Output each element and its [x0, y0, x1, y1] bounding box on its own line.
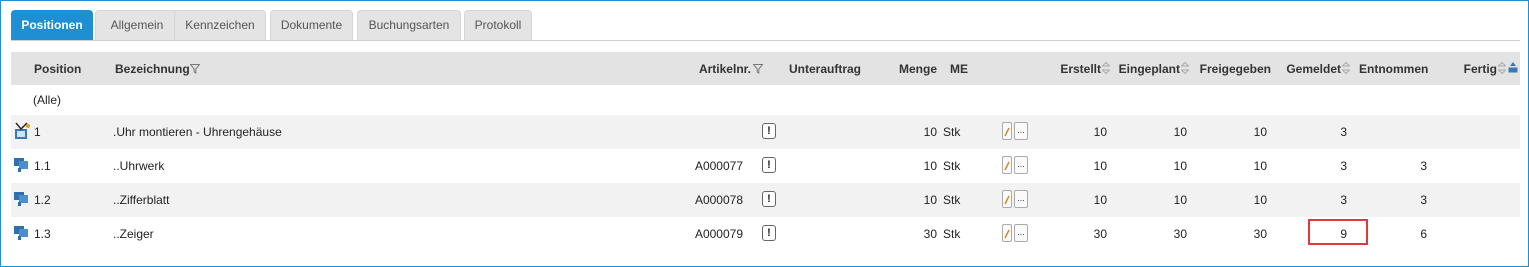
cell-artikelnr: A000079 — [694, 227, 743, 241]
edit-icon[interactable] — [1002, 156, 1012, 174]
table-row[interactable]: 1 .Uhr montieren - Uhrengehäuse ! 10 Stk… — [11, 115, 1520, 149]
more-button[interactable]: ... — [1014, 156, 1028, 174]
info-button[interactable]: ! — [762, 225, 776, 241]
col-menge-header[interactable]: Menge — [881, 62, 937, 76]
table-row[interactable]: 1.3 ..Zeiger A000079 ! 30 Stk ... 30 30 … — [11, 217, 1520, 251]
table-row[interactable]: 1.2 ..Zifferblatt A000078 ! 10 Stk ... 1… — [11, 183, 1520, 217]
cell-artikelnr: A000078 — [694, 193, 743, 207]
order-positions-panel: Positionen Allgemein Kennzeichen Dokumen… — [0, 0, 1529, 267]
col-artikelnr-header[interactable]: Artikelnr. — [671, 62, 751, 76]
cell-bezeichnung: ..Zifferblatt — [113, 193, 170, 207]
material-icon — [14, 158, 28, 172]
cell-bezeichnung: ..Uhrwerk — [113, 159, 165, 173]
cell-freigegeben: 10 — [1253, 159, 1267, 173]
col-unterauftrag-header[interactable]: Unterauftrag — [789, 62, 861, 76]
cell-freigegeben: 30 — [1253, 227, 1267, 241]
cell-eingeplant: 10 — [1173, 125, 1187, 139]
cell-entnommen: 6 — [1420, 227, 1427, 241]
edit-icon[interactable] — [1002, 122, 1012, 140]
cell-bezeichnung: .Uhr montieren - Uhrengehäuse — [113, 125, 282, 139]
filter-row: (Alle) — [11, 85, 1520, 115]
cell-gemeldet: 3 — [1340, 159, 1347, 173]
col-fertig-header[interactable]: Fertig — [1431, 62, 1497, 76]
assembly-icon — [15, 122, 30, 139]
tab-dokumente[interactable]: Dokumente — [270, 10, 353, 40]
info-button[interactable]: ! — [762, 123, 776, 139]
info-button[interactable]: ! — [762, 191, 776, 207]
filter-icon[interactable] — [190, 64, 200, 74]
more-button[interactable]: ... — [1014, 224, 1028, 242]
cell-me: Stk — [943, 227, 961, 241]
material-icon — [14, 226, 28, 240]
col-position-header[interactable]: Position — [34, 62, 81, 76]
cell-entnommen: 3 — [1420, 193, 1427, 207]
cell-me: Stk — [943, 159, 961, 173]
cell-position: 1.2 — [34, 193, 51, 207]
col-freigegeben-header[interactable]: Freigegeben — [1181, 62, 1271, 76]
filter-all-label[interactable]: (Alle) — [33, 93, 61, 107]
col-erstellt-header[interactable]: Erstellt — [1041, 62, 1101, 76]
cell-erstellt: 10 — [1093, 193, 1107, 207]
filter-icon[interactable] — [753, 64, 763, 74]
tab-underline — [11, 40, 1520, 41]
cell-artikelnr: A000077 — [694, 159, 743, 173]
info-button[interactable]: ! — [762, 157, 776, 173]
cell-eingeplant: 10 — [1173, 193, 1187, 207]
material-icon — [14, 192, 28, 206]
col-gemeldet-header[interactable]: Gemeldet — [1271, 62, 1341, 76]
grid-header: Position Bezeichnung Artikelnr. Unterauf… — [11, 52, 1520, 85]
cell-erstellt: 10 — [1093, 125, 1107, 139]
tab-allgemein[interactable]: Allgemein — [95, 10, 179, 40]
tab-protokoll[interactable]: Protokoll — [464, 10, 532, 40]
cell-erstellt: 10 — [1093, 159, 1107, 173]
cell-entnommen: 3 — [1420, 159, 1427, 173]
more-button[interactable]: ... — [1014, 190, 1028, 208]
cell-gemeldet: 3 — [1340, 193, 1347, 207]
cell-freigegeben: 10 — [1253, 193, 1267, 207]
col-bezeichnung-header[interactable]: Bezeichnung — [115, 62, 190, 76]
cell-freigegeben: 10 — [1253, 125, 1267, 139]
cell-position: 1 — [34, 125, 41, 139]
tab-kennzeichen[interactable]: Kennzeichen — [174, 10, 266, 40]
col-me-header[interactable]: ME — [950, 62, 968, 76]
tab-positionen[interactable]: Positionen — [11, 10, 93, 40]
more-button[interactable]: ... — [1014, 122, 1028, 140]
cell-me: Stk — [943, 125, 961, 139]
edit-icon[interactable] — [1002, 224, 1012, 242]
cell-menge: 30 — [923, 227, 937, 241]
export-icon[interactable] — [1508, 62, 1518, 73]
cell-me: Stk — [943, 193, 961, 207]
cell-eingeplant: 30 — [1173, 227, 1187, 241]
cell-gemeldet: 9 — [1340, 227, 1347, 241]
cell-menge: 10 — [923, 193, 937, 207]
edit-icon[interactable] — [1002, 190, 1012, 208]
cell-erstellt: 30 — [1093, 227, 1107, 241]
cell-menge: 10 — [923, 125, 937, 139]
col-entnommen-header[interactable]: Entnommen — [1359, 62, 1428, 76]
sort-icon[interactable] — [1498, 62, 1506, 74]
cell-menge: 10 — [923, 159, 937, 173]
sort-icon[interactable] — [1342, 62, 1350, 74]
cell-position: 1.3 — [34, 227, 51, 241]
cell-position: 1.1 — [34, 159, 51, 173]
table-row[interactable]: 1.1 ..Uhrwerk A000077 ! 10 Stk ... 10 10… — [11, 149, 1520, 183]
cell-gemeldet: 3 — [1340, 125, 1347, 139]
cell-eingeplant: 10 — [1173, 159, 1187, 173]
tab-buchungsarten[interactable]: Buchungsarten — [357, 10, 461, 40]
col-eingeplant-header[interactable]: Eingeplant — [1106, 62, 1180, 76]
cell-bezeichnung: ..Zeiger — [113, 227, 154, 241]
